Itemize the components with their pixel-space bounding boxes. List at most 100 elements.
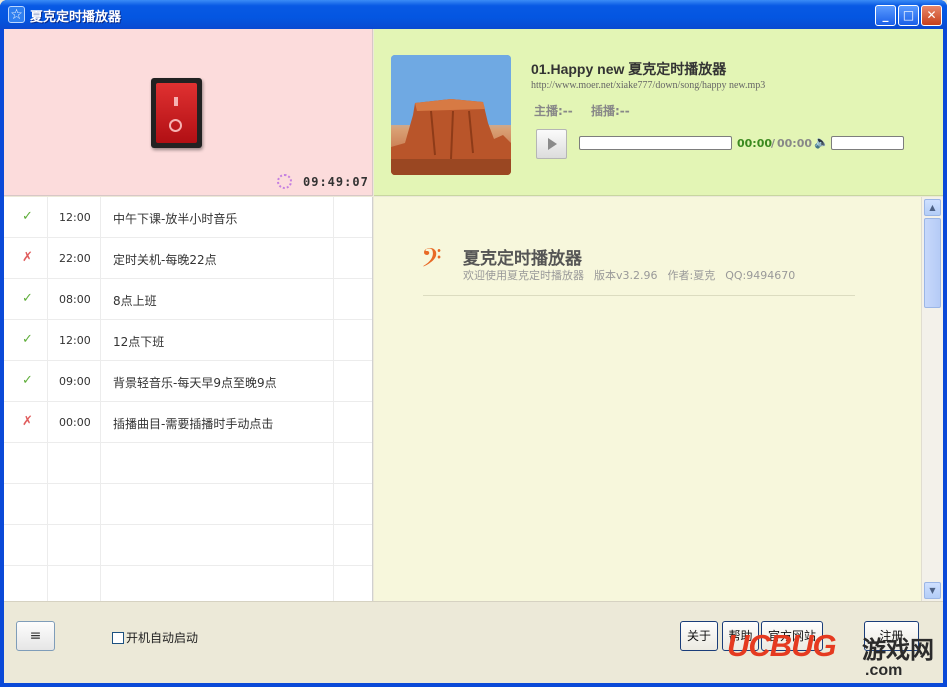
schedule-cell bbox=[4, 525, 48, 566]
qq-text: QQ:9494670 bbox=[725, 269, 796, 282]
info-title: 夏克定时播放器 bbox=[463, 249, 582, 269]
schedule-cell bbox=[101, 443, 334, 484]
vertical-scrollbar[interactable]: ▲ ▼ bbox=[921, 197, 943, 601]
player-panel: 01.Happy new 夏克定时播放器 http://www.moer.net… bbox=[374, 29, 943, 196]
enabled-check-icon[interactable]: ✓ bbox=[22, 332, 33, 347]
schedule-row[interactable]: ✓ 12:00 中午下课-放半小时音乐 bbox=[4, 197, 372, 238]
time-separator: / bbox=[771, 137, 776, 150]
watermark-domain: .com bbox=[865, 662, 903, 679]
schedule-cell bbox=[334, 361, 372, 402]
schedule-cell bbox=[101, 525, 334, 566]
schedule-row-empty bbox=[4, 566, 372, 601]
song-url: http://www.moer.net/xiake777/down/song/h… bbox=[531, 80, 766, 91]
schedule-cell bbox=[334, 402, 372, 443]
schedule-row[interactable]: ✗ 00:00 插播曲目-需要插播时手动点击 bbox=[4, 402, 372, 443]
schedule-label: 中午下课-放半小时音乐 bbox=[113, 212, 238, 226]
progress-bar[interactable] bbox=[579, 136, 732, 150]
album-art bbox=[391, 55, 511, 175]
version-text: 版本v3.2.96 bbox=[594, 269, 658, 282]
title-bar[interactable]: ☆ 夏克定时播放器 _ □ ✕ bbox=[0, 0, 947, 29]
schedule-cell bbox=[334, 238, 372, 279]
autostart-checkbox[interactable]: 开机自动启动 bbox=[112, 629, 198, 646]
enabled-check-icon[interactable]: ✓ bbox=[22, 291, 33, 306]
close-button[interactable]: ✕ bbox=[921, 5, 942, 26]
schedule-cell bbox=[334, 197, 372, 238]
schedule-cell bbox=[101, 484, 334, 525]
scroll-thumb[interactable] bbox=[924, 218, 941, 308]
schedule-time: 12:00 bbox=[59, 211, 91, 224]
schedule-cell bbox=[334, 484, 372, 525]
schedule-row-empty bbox=[4, 525, 372, 566]
schedule-row[interactable]: ✗ 22:00 定时关机-每晚22点 bbox=[4, 238, 372, 279]
clock-panel: 09:49:07 bbox=[4, 29, 373, 196]
schedule-row[interactable]: ✓ 08:00 8点上班 bbox=[4, 279, 372, 320]
schedule-cell bbox=[4, 484, 48, 525]
schedule-time: 22:00 bbox=[59, 252, 91, 265]
schedule-row[interactable]: ✓ 09:00 背景轻音乐-每天早9点至晚9点 bbox=[4, 361, 372, 402]
power-switch-icon[interactable] bbox=[151, 78, 202, 148]
schedule-cell bbox=[4, 443, 48, 484]
minimize-button[interactable]: _ bbox=[875, 5, 896, 26]
schedule-cell bbox=[334, 443, 372, 484]
power-off-mark bbox=[169, 119, 182, 132]
enabled-check-icon[interactable]: ✓ bbox=[22, 373, 33, 388]
checkbox-icon[interactable] bbox=[112, 632, 124, 644]
loading-spinner-icon bbox=[277, 174, 292, 189]
schedule-cell bbox=[101, 566, 334, 601]
album-art-image bbox=[391, 55, 511, 175]
schedule-label: 12点下班 bbox=[113, 335, 165, 349]
watermark-logo: UCBUG 游戏网 .com bbox=[727, 620, 947, 687]
schedule-cell bbox=[334, 566, 372, 601]
info-subtitle: 欢迎使用夏克定时播放器 版本v3.2.96 作者:夏克 QQ:9494670 bbox=[463, 267, 805, 283]
play-button[interactable] bbox=[536, 129, 567, 159]
schedule-time: 12:00 bbox=[59, 334, 91, 347]
schedule-list: ✓ 12:00 中午下课-放半小时音乐 ✗ 22:00 定时关机-每晚22点 ✓ 08:00 8… bbox=[4, 197, 373, 601]
schedule-cell bbox=[48, 566, 101, 601]
disabled-cross-icon[interactable]: ✗ bbox=[22, 250, 33, 265]
schedule-row-empty bbox=[4, 484, 372, 525]
schedule-label: 背景轻音乐-每天早9点至晚9点 bbox=[113, 376, 277, 390]
schedule-time: 09:00 bbox=[59, 375, 91, 388]
time-current: 00:00 bbox=[737, 137, 773, 150]
disabled-cross-icon[interactable]: ✗ bbox=[22, 414, 33, 429]
about-button[interactable]: 关于 bbox=[680, 621, 718, 651]
host-label: 主播:-- bbox=[534, 104, 573, 118]
schedule-time: 00:00 bbox=[59, 416, 91, 429]
schedule-label: 定时关机-每晚22点 bbox=[113, 253, 217, 267]
schedule-cell bbox=[334, 320, 372, 361]
schedule-cell bbox=[48, 484, 101, 525]
broadcast-info: 主播:-- 插播:-- bbox=[534, 102, 644, 119]
menu-button[interactable]: ≡ bbox=[16, 621, 55, 651]
volume-icon[interactable]: 🔈 bbox=[814, 135, 829, 149]
song-title: 01.Happy new 夏克定时播放器 bbox=[531, 61, 727, 77]
app-window: ☆ 夏克定时播放器 _ □ ✕ 09:49:07 01.Happy new 夏克… bbox=[0, 0, 947, 687]
autostart-label: 开机自动启动 bbox=[126, 631, 199, 645]
schedule-cell bbox=[48, 525, 101, 566]
enabled-check-icon[interactable]: ✓ bbox=[22, 209, 33, 224]
time-total: 00:00 bbox=[777, 137, 813, 150]
info-panel: 𝄢 夏克定时播放器 欢迎使用夏克定时播放器 版本v3.2.96 作者:夏克 QQ:94… bbox=[374, 197, 921, 601]
bass-clef-icon: 𝄢 bbox=[421, 242, 442, 280]
maximize-button[interactable]: □ bbox=[898, 5, 919, 26]
schedule-cell bbox=[334, 279, 372, 320]
scroll-down-icon[interactable]: ▼ bbox=[924, 582, 941, 599]
watermark-brand: UCBUG bbox=[727, 628, 837, 663]
watermark-cn: 游戏网 bbox=[862, 635, 934, 664]
schedule-label: 插播曲目-需要插播时手动点击 bbox=[113, 417, 274, 431]
app-star-icon: ☆ bbox=[8, 6, 25, 23]
power-rocker bbox=[156, 83, 197, 143]
divider bbox=[423, 295, 855, 296]
scroll-up-icon[interactable]: ▲ bbox=[924, 199, 941, 216]
schedule-cell bbox=[48, 443, 101, 484]
current-time: 09:49:07 bbox=[303, 175, 369, 189]
window-title: 夏克定时播放器 bbox=[30, 9, 122, 24]
schedule-row[interactable]: ✓ 12:00 12点下班 bbox=[4, 320, 372, 361]
client-area: 09:49:07 01.Happy new 夏克定时播放器 http://www… bbox=[4, 29, 943, 683]
insert-label: 插播:-- bbox=[590, 104, 630, 118]
welcome-text: 欢迎使用夏克定时播放器 bbox=[463, 269, 584, 282]
author-text: 作者:夏克 bbox=[667, 269, 716, 282]
volume-slider[interactable] bbox=[831, 136, 904, 150]
schedule-cell bbox=[334, 525, 372, 566]
schedule-time: 08:00 bbox=[59, 293, 91, 306]
schedule-label: 8点上班 bbox=[113, 294, 157, 308]
